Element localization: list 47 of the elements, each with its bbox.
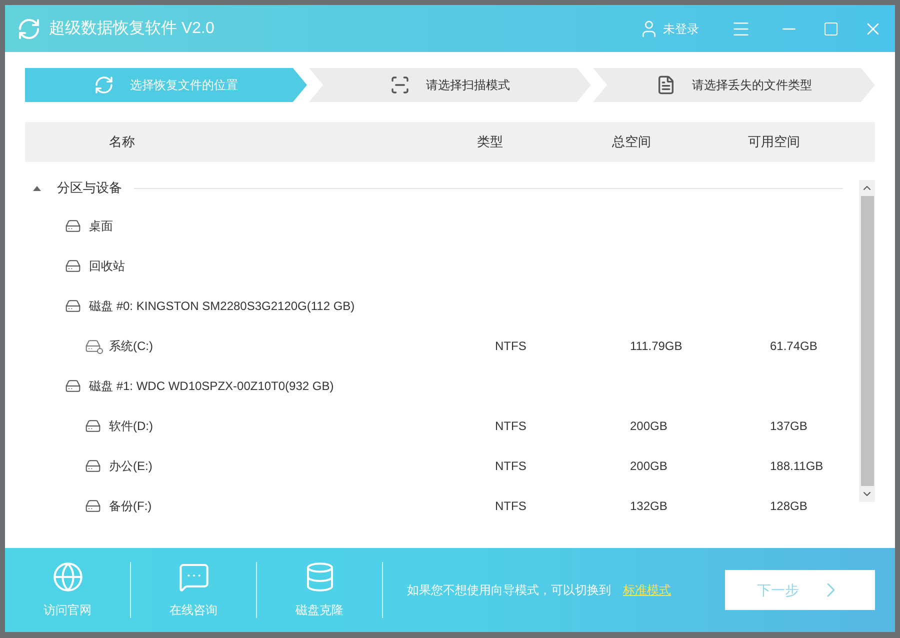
scan-icon — [390, 75, 410, 95]
drive-icon — [85, 458, 101, 474]
item-name[interactable]: 办公(E:) — [109, 457, 152, 475]
collapse-icon[interactable] — [33, 186, 41, 190]
column-header[interactable]: 名称 — [25, 132, 477, 152]
total-cell-text: 200GB — [630, 418, 668, 435]
chat-icon — [178, 561, 210, 593]
free-cell-text: 128GB — [770, 498, 808, 515]
total-cell-text: 111.79GB — [630, 338, 684, 355]
total-cell-text: 200GB — [630, 458, 668, 475]
refresh-icon — [94, 75, 114, 95]
section-label: 分区与设备 — [57, 179, 122, 198]
globe-icon — [52, 561, 84, 593]
system-drive-icon — [85, 338, 101, 354]
item-name[interactable]: 桌面 — [89, 217, 113, 235]
scrollbar[interactable] — [859, 180, 875, 502]
free-cell-text: 61.74GB — [770, 338, 818, 355]
step-tab[interactable]: 请选择扫描模式 — [309, 68, 591, 102]
type-cell-text: NTFS — [495, 498, 528, 515]
drive-icon — [65, 298, 81, 314]
item-name[interactable]: 系统(C:) — [109, 337, 153, 355]
column-header[interactable]: 可用空间 — [748, 132, 800, 152]
item-name[interactable]: 回收站 — [89, 257, 125, 275]
type-cell-text: NTFS — [495, 338, 528, 355]
item-name[interactable]: 磁盘 #1: WDC WD10SPZX-00Z10T0(932 GB) — [89, 377, 334, 395]
maximize-icon[interactable] — [823, 20, 839, 36]
item-name[interactable]: 磁盘 #0: KINGSTON SM2280S3G2120G(112 GB) — [89, 297, 355, 315]
drive-icon — [65, 258, 81, 274]
drive-icon — [65, 378, 81, 394]
drive-icon — [65, 218, 81, 234]
free-cell-text: 188.11GB — [770, 458, 824, 475]
drive-icon — [85, 418, 101, 434]
free-cell-text: 137GB — [770, 418, 808, 435]
item-name[interactable]: 备份(F:) — [109, 497, 152, 515]
scroll-thumb[interactable] — [860, 196, 874, 486]
app-logo-icon — [17, 16, 41, 40]
document-icon — [656, 75, 676, 95]
total-cell-text: 132GB — [630, 498, 668, 515]
type-cell-text: NTFS — [495, 418, 528, 435]
column-header[interactable]: 类型 — [477, 132, 612, 152]
column-header[interactable]: 总空间 — [612, 132, 748, 152]
drive-icon — [85, 498, 101, 514]
hint-text: 如果您不想使用向导模式，可以切换到 — [407, 582, 611, 599]
type-cell-text: NTFS — [495, 458, 528, 475]
window-title: 超级数据恢复软件 V2.0 — [49, 18, 214, 38]
item-name[interactable]: 软件(D:) — [109, 417, 153, 435]
step-tab[interactable]: 请选择丢失的文件类型 — [593, 68, 875, 102]
